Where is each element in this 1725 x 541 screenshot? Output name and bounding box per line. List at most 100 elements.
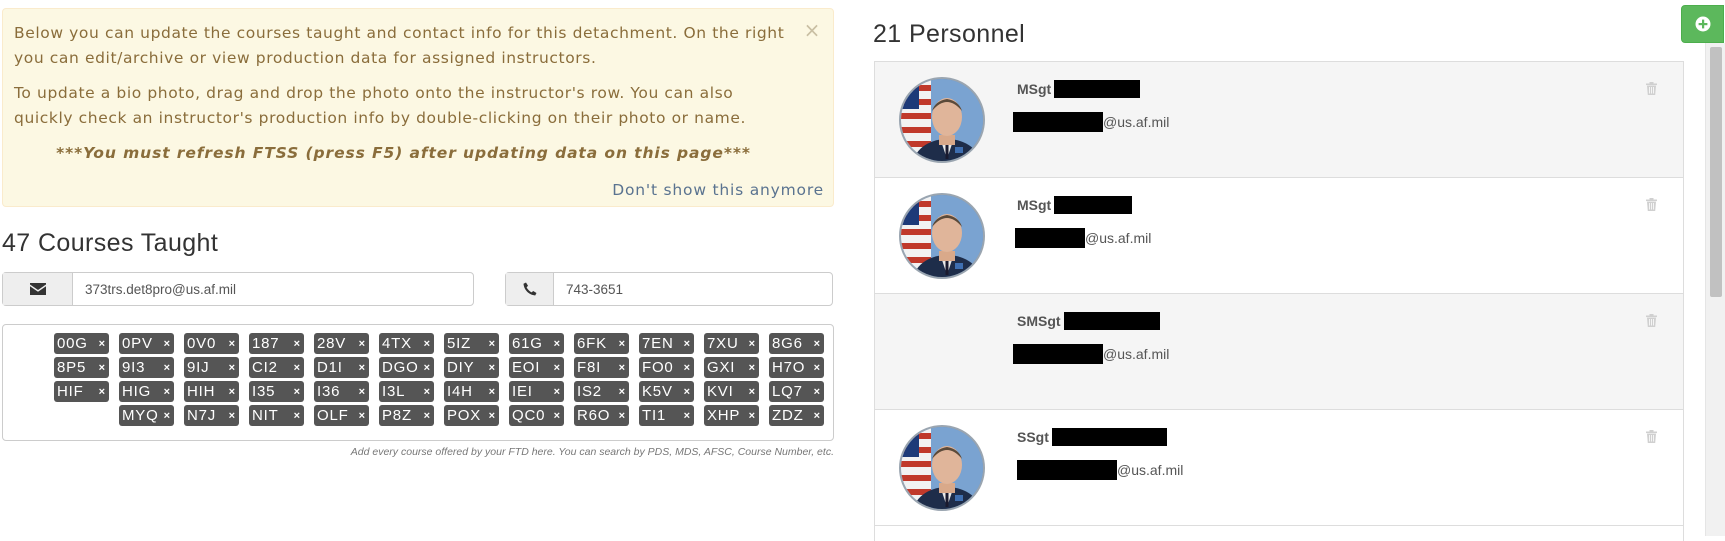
course-tag[interactable]: DIY × — [444, 357, 499, 378]
course-tag[interactable]: CI2 × — [249, 357, 304, 378]
remove-tag-icon[interactable]: × — [99, 386, 105, 398]
remove-tag-icon[interactable]: × — [359, 338, 365, 350]
remove-tag-icon[interactable]: × — [814, 362, 820, 374]
course-tag[interactable]: POX × — [444, 405, 499, 426]
remove-tag-icon[interactable]: × — [294, 362, 300, 374]
courses-tag-input[interactable]: 00G × 0PV × 0V0 × 187 × 28V × 4TX × 5IZ × 61G × 6FK × 7EN ×… — [2, 324, 834, 441]
remove-tag-icon[interactable]: × — [164, 338, 170, 350]
course-tag[interactable]: 6FK × — [574, 333, 629, 354]
remove-tag-icon[interactable]: × — [294, 338, 300, 350]
remove-tag-icon[interactable]: × — [814, 386, 820, 398]
course-tag[interactable]: 5IZ × — [444, 333, 499, 354]
course-tag[interactable]: 61G × — [509, 333, 564, 354]
avatar[interactable] — [899, 77, 985, 163]
course-tag[interactable]: F8I × — [574, 357, 629, 378]
remove-tag-icon[interactable]: × — [619, 410, 625, 422]
trash-icon[interactable] — [1646, 196, 1657, 215]
trash-icon[interactable] — [1646, 312, 1657, 331]
course-tag[interactable]: 9I3 × — [119, 357, 174, 378]
course-tag[interactable]: GXI × — [704, 357, 759, 378]
course-tag[interactable]: EOI × — [509, 357, 564, 378]
avatar[interactable] — [899, 425, 985, 511]
course-tag[interactable]: 4TX × — [379, 333, 434, 354]
personnel-row[interactable]: MSgt @us.af.mil — [875, 62, 1683, 178]
course-tag[interactable]: XHP × — [704, 405, 759, 426]
personnel-row[interactable]: SMSgt @us.af.mil — [875, 294, 1683, 410]
course-tag[interactable]: IEI × — [509, 381, 564, 402]
trash-icon[interactable] — [1646, 80, 1657, 99]
personnel-rank[interactable]: MSgt — [1017, 80, 1141, 98]
remove-tag-icon[interactable]: × — [619, 338, 625, 350]
course-tag[interactable]: 28V × — [314, 333, 369, 354]
remove-tag-icon[interactable]: × — [554, 410, 560, 422]
course-tag[interactable]: HIH × — [184, 381, 239, 402]
trash-icon[interactable] — [1646, 428, 1657, 447]
remove-tag-icon[interactable]: × — [749, 410, 755, 422]
remove-tag-icon[interactable]: × — [489, 362, 495, 374]
detachment-phone-input[interactable] — [554, 273, 832, 305]
remove-tag-icon[interactable]: × — [684, 362, 690, 374]
remove-tag-icon[interactable]: × — [229, 410, 235, 422]
course-tag[interactable]: 0PV × — [119, 333, 174, 354]
personnel-row[interactable]: MSgt @us.af.mil — [875, 178, 1683, 294]
course-tag[interactable]: HIG × — [119, 381, 174, 402]
remove-tag-icon[interactable]: × — [684, 386, 690, 398]
remove-tag-icon[interactable]: × — [619, 386, 625, 398]
remove-tag-icon[interactable]: × — [619, 362, 625, 374]
course-tag[interactable]: OLF × — [314, 405, 369, 426]
remove-tag-icon[interactable]: × — [294, 386, 300, 398]
remove-tag-icon[interactable]: × — [749, 362, 755, 374]
personnel-rank[interactable]: SMSgt — [1017, 312, 1160, 330]
course-tag[interactable]: NIT × — [249, 405, 304, 426]
remove-tag-icon[interactable]: × — [554, 362, 560, 374]
remove-tag-icon[interactable]: × — [164, 410, 170, 422]
course-tag[interactable]: 187 × — [249, 333, 304, 354]
personnel-row[interactable]: SSgt @us.af.mil — [875, 410, 1683, 526]
avatar[interactable] — [899, 193, 985, 279]
course-tag[interactable]: KVI × — [704, 381, 759, 402]
course-tag[interactable]: LQ7 × — [769, 381, 824, 402]
course-tag[interactable]: ZDZ × — [769, 405, 824, 426]
course-tag[interactable]: 8P5 × — [54, 357, 109, 378]
scrollbar-thumb[interactable] — [1710, 47, 1722, 297]
remove-tag-icon[interactable]: × — [814, 410, 820, 422]
course-tag[interactable]: 8G6 × — [769, 333, 824, 354]
course-tag[interactable]: HIF × — [54, 381, 109, 402]
course-tag[interactable]: R6O × — [574, 405, 629, 426]
remove-tag-icon[interactable]: × — [489, 338, 495, 350]
alert-close-button[interactable]: × — [804, 20, 821, 40]
course-tag[interactable]: 7EN × — [639, 333, 694, 354]
course-tag[interactable]: I36 × — [314, 381, 369, 402]
course-tag[interactable]: 0V0 × — [184, 333, 239, 354]
remove-tag-icon[interactable]: × — [814, 338, 820, 350]
course-tag[interactable]: I4H × — [444, 381, 499, 402]
scrollbar[interactable] — [1705, 43, 1725, 536]
course-tag[interactable]: TI1 × — [639, 405, 694, 426]
course-tag[interactable]: DGO × — [379, 357, 434, 378]
remove-tag-icon[interactable]: × — [489, 410, 495, 422]
course-tag[interactable]: K5V × — [639, 381, 694, 402]
remove-tag-icon[interactable]: × — [359, 410, 365, 422]
remove-tag-icon[interactable]: × — [99, 338, 105, 350]
dont-show-again-link[interactable]: Don't show this anymore — [612, 181, 824, 199]
remove-tag-icon[interactable]: × — [749, 386, 755, 398]
remove-tag-icon[interactable]: × — [294, 410, 300, 422]
remove-tag-icon[interactable]: × — [359, 362, 365, 374]
remove-tag-icon[interactable]: × — [424, 410, 430, 422]
course-tag[interactable]: P8Z × — [379, 405, 434, 426]
course-tag[interactable]: MYQ × — [119, 405, 174, 426]
remove-tag-icon[interactable]: × — [489, 386, 495, 398]
remove-tag-icon[interactable]: × — [229, 338, 235, 350]
course-tag[interactable]: H7O × — [769, 357, 824, 378]
remove-tag-icon[interactable]: × — [359, 386, 365, 398]
personnel-rank[interactable]: SSgt — [1017, 428, 1167, 446]
remove-tag-icon[interactable]: × — [749, 338, 755, 350]
remove-tag-icon[interactable]: × — [164, 386, 170, 398]
course-tag[interactable]: 7XU × — [704, 333, 759, 354]
course-tag[interactable]: I3L × — [379, 381, 434, 402]
remove-tag-icon[interactable]: × — [424, 338, 430, 350]
remove-tag-icon[interactable]: × — [99, 362, 105, 374]
remove-tag-icon[interactable]: × — [424, 386, 430, 398]
course-tag[interactable]: QC0 × — [509, 405, 564, 426]
course-tag[interactable]: 9IJ × — [184, 357, 239, 378]
